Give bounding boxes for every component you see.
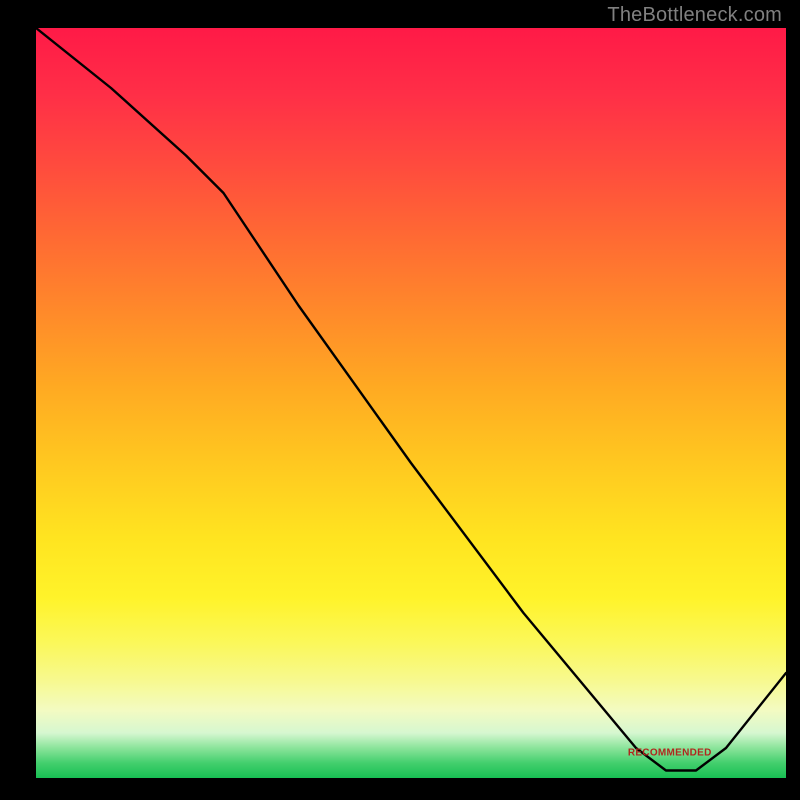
plot-area: RECOMMENDED [36,28,786,778]
curve-line [36,28,786,771]
line-chart [36,28,786,778]
watermark-text: TheBottleneck.com [607,4,782,27]
chart-frame: TheBottleneck.com RECOMMENDED [0,0,800,800]
recommended-annotation: RECOMMENDED [628,748,712,759]
